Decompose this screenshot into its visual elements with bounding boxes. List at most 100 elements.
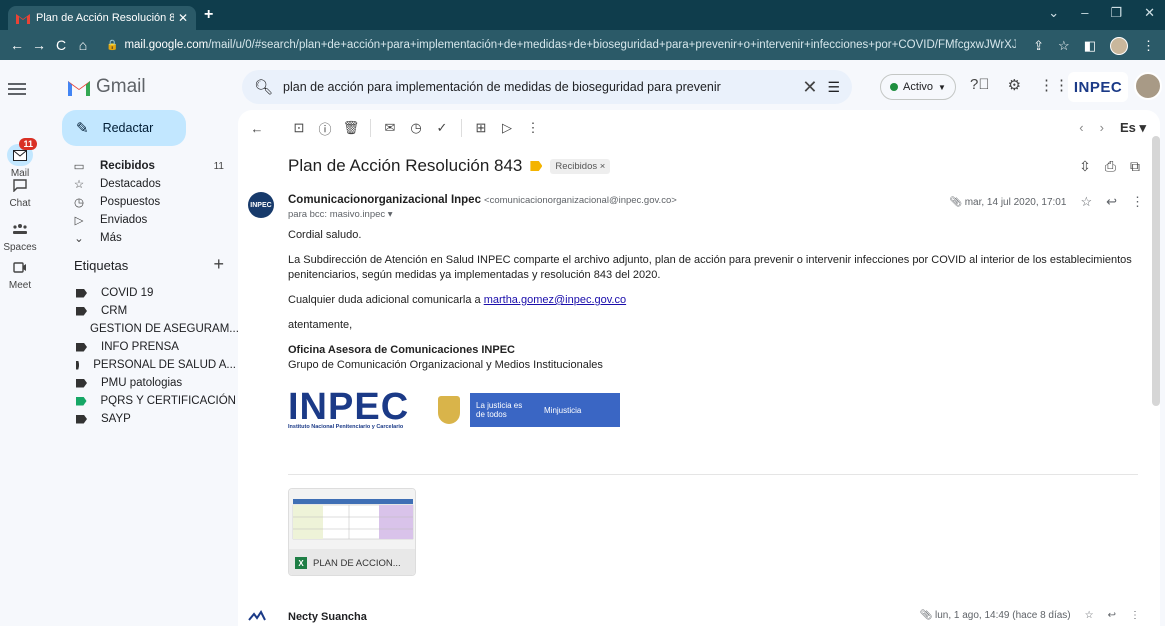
status-dropdown[interactable]: Activo ▼ [880,74,956,100]
back-to-list-icon[interactable]: ← [244,121,270,136]
apps-grid-icon[interactable]: ⋮⋮ [1039,76,1069,94]
account-avatar[interactable] [1134,72,1162,100]
archive-icon[interactable]: ⊡ [286,120,312,136]
mail-badge: 11 [19,138,37,150]
label-item[interactable]: SAYP [76,410,236,428]
contact-email-link[interactable]: martha.gomez@inpec.gov.co [484,294,626,306]
next-more-icon[interactable]: ⋮ [1130,610,1140,621]
label-item[interactable]: GESTION DE ASEGURAM... [76,320,239,338]
tab-close-icon[interactable]: ✕ [178,11,188,25]
add-task-icon[interactable]: ✓ [429,120,455,136]
attachment-card[interactable]: X PLAN DE ACCION... [288,488,416,576]
nav-item-4[interactable]: ⌄ Más [72,229,232,247]
print-icon[interactable]: ⎙ [1105,158,1116,175]
collapse-all-icon[interactable]: ⇳ [1079,158,1091,175]
tab-title: Plan de Acción Resolución 843 - [36,12,174,24]
label-icon[interactable]: ▷ [494,120,520,136]
search-input[interactable]: plan de acción para implementación de me… [283,80,792,94]
minimize-button[interactable]: – [1081,5,1088,21]
next-star-icon[interactable]: ☆ [1085,610,1094,621]
recipients[interactable]: para bcc: masivo.inpec ▾ [288,209,393,220]
reply-icon[interactable]: ↩ [1106,194,1117,210]
rail-chat[interactable]: Chat [0,174,40,209]
chat-icon [7,174,33,196]
chevron-down-icon: ⌄ [74,233,84,245]
next-message-row[interactable]: Necty Suancha 📎︎ lun, 1 ago, 14:49 (hace… [248,610,1148,624]
label-item[interactable]: PQRS Y CERTIFICACIÓN [76,392,236,410]
label-item[interactable]: PERSONAL DE SALUD A... [76,356,236,374]
open-new-window-icon[interactable]: ⧉ [1130,158,1140,175]
label-item[interactable]: INFO PRENSA [76,338,236,356]
report-spam-icon[interactable]: ⓘ [312,119,338,138]
important-marker-icon[interactable] [530,161,543,171]
inbox-icon: ▭ [73,161,85,173]
gmail-favicon-icon [16,13,30,24]
subject-line: Plan de Acción Resolución 843 Recibidos … [288,156,611,176]
government-banner: La justicia es de todos Minjusticia [470,393,620,427]
email-body: Cordial saludo. La Subdirección de Atenc… [288,228,1154,373]
settings-gear-icon[interactable]: ⚙ [1008,76,1021,94]
rail-meet[interactable]: Meet [0,256,40,291]
snooze-icon[interactable]: ◷ [403,120,429,136]
maximize-button[interactable]: ❐ [1110,5,1122,21]
label-tag-icon [76,342,87,352]
reload-icon[interactable]: C [50,37,72,53]
next-reply-icon[interactable]: ↩ [1108,610,1116,621]
next-message-icon[interactable]: › [1100,120,1104,136]
menu-kebab-icon[interactable]: ⋮ [1142,38,1155,54]
clear-search-icon[interactable]: ✕ [802,77,817,98]
inpec-logo: INPEC Instituto Nacional Penitenciario y… [288,386,410,430]
status-dot-icon [890,83,899,91]
url-field[interactable]: 🔒 mail.google.com/mail/u/0/#search/plan+… [106,34,1016,56]
search-icon[interactable]: 🔍︎ [254,78,273,96]
close-window-button[interactable]: ✕ [1144,5,1155,21]
spaces-icon [7,218,33,240]
scrollbar[interactable] [1152,136,1160,406]
sender-email: <comunicacionorganizacional@inpec.gov.co… [484,195,677,206]
search-options-icon[interactable]: ☰ [827,79,840,96]
prev-message-icon[interactable]: ‹ [1079,120,1083,136]
profile-avatar[interactable] [1110,37,1128,55]
home-icon[interactable]: ⌂ [72,37,94,53]
move-to-icon[interactable]: ⊞ [468,120,494,136]
main-menu-icon[interactable] [8,80,26,98]
add-label-icon[interactable]: + [213,254,224,275]
back-icon[interactable]: ← [6,37,28,53]
nav-item-0[interactable]: ▭ Recibidos 11 [72,157,232,175]
sender-name[interactable]: Comunicacionorganizacional Inpec [288,194,481,206]
delete-icon[interactable]: 🗑︎ [338,120,364,136]
label-item[interactable]: CRM [76,302,236,320]
language-selector[interactable]: Es ▾ [1120,120,1146,136]
mark-unread-icon[interactable]: ✉ [377,120,403,136]
rail-spaces[interactable]: Spaces [0,218,40,253]
tab-search-icon[interactable]: ⌄ [1048,5,1059,21]
help-icon[interactable]: ?⃝ [970,76,990,94]
nav-item-1[interactable]: ☆ Destacados [72,175,232,193]
bookmark-star-icon[interactable]: ☆ [1058,38,1070,54]
browser-tab[interactable]: Plan de Acción Resolución 843 - ✕ [8,6,196,30]
label-tag-icon [76,378,87,388]
sender-line: Comunicacionorganizacional Inpec <comuni… [288,194,677,206]
folder-list: ▭ Recibidos 11 ☆ Destacados ◷ Pospuestos ▷ Envia… [72,157,232,247]
nav-item-3[interactable]: ▷ Enviados [72,211,232,229]
sidepanel-icon[interactable]: ◧ [1084,38,1096,54]
excel-icon: X [295,557,307,569]
gmail-logo[interactable]: Gmail [68,76,146,98]
more-icon[interactable]: ⋮ [520,120,546,136]
compose-button[interactable]: ✎ Redactar [62,110,186,146]
address-bar-row: ← → C ⌂ 🔒 mail.google.com/mail/u/0/#sear… [0,30,1165,60]
label-item[interactable]: COVID 19 [76,284,236,302]
sender-avatar[interactable]: INPEC [248,192,274,218]
signature: Oficina Asesora de Comunicaciones INPEC … [288,344,603,371]
star-icon[interactable]: ☆ [1080,194,1092,210]
clock-icon: ◷ [73,197,85,209]
share-icon[interactable]: ⇪ [1033,38,1044,54]
lock-icon: 🔒 [106,39,119,51]
message-more-icon[interactable]: ⋮ [1131,194,1144,210]
nav-item-2[interactable]: ◷ Pospuestos [72,193,232,211]
forward-icon[interactable]: → [28,37,50,53]
inbox-label-chip[interactable]: Recibidos × [550,158,611,174]
label-item[interactable]: PMU patologias [76,374,236,392]
new-tab-button[interactable]: + [204,6,213,24]
search-bar[interactable]: 🔍︎ plan de acción para implementación de… [242,70,852,104]
